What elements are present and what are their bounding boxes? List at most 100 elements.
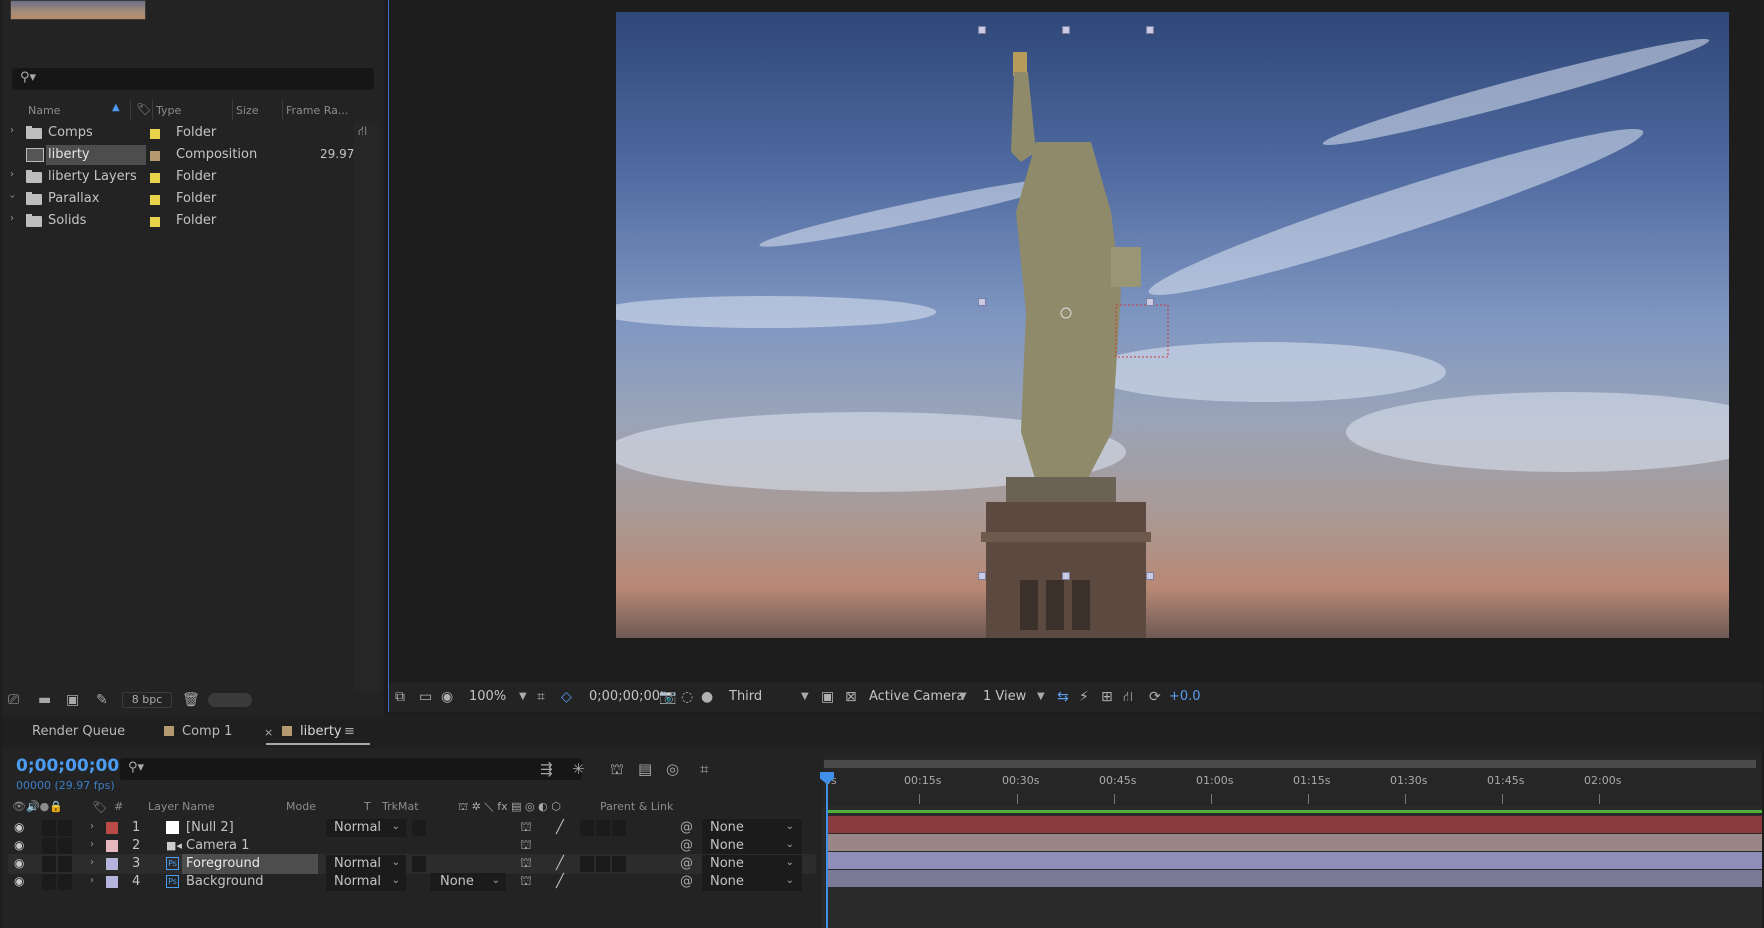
audio-toggle[interactable] [42,874,56,890]
expand-arrow-icon[interactable]: › [90,857,94,868]
transform-handle[interactable] [1146,572,1154,580]
shy-icon[interactable]: ⛫ [520,874,532,891]
pick-whip-icon[interactable]: @ [680,874,693,889]
resolution-dropdown[interactable]: Third [729,689,762,704]
label-swatch[interactable] [106,840,118,852]
label-swatch[interactable] [150,195,160,205]
layer-search-input[interactable]: ⚲▾ [120,758,582,780]
label-swatch[interactable] [106,822,118,834]
quality-icon[interactable]: ╱ [556,820,564,835]
eye-icon[interactable]: ◉ [14,874,24,888]
transparency-grid-icon[interactable]: ⊠ [845,689,857,705]
column-size[interactable]: Size [236,104,259,117]
layer-name[interactable]: [Null 2] [186,820,234,835]
interpret-footage-icon[interactable]: ⎚ [8,692,19,708]
layer-name[interactable]: Camera 1 [186,838,249,853]
transform-handle[interactable] [978,26,986,34]
switch-box[interactable] [580,856,594,872]
project-item-comps[interactable]: › Comps Folder [8,122,360,144]
switch-box[interactable] [596,856,610,872]
tab-render-queue[interactable]: Render Queue [32,724,125,739]
switch-box[interactable] [596,820,610,836]
close-tab-icon[interactable]: × [264,726,273,739]
composition-frame[interactable] [616,12,1729,638]
chevron-down-icon[interactable]: ▼ [801,691,809,702]
layer-bar-3[interactable] [828,852,1762,869]
expand-arrow-icon[interactable]: › [90,839,94,850]
label-swatch[interactable] [106,876,118,888]
transform-handle[interactable] [978,572,986,580]
pick-whip-icon[interactable]: @ [680,820,693,835]
expand-arrow-icon[interactable]: › [90,821,94,832]
shy-layers-icon[interactable]: ⛫ [610,760,624,780]
quality-icon[interactable]: ╱ [556,874,564,889]
layer-bar-1[interactable] [828,816,1762,833]
zoom-dropdown[interactable]: 100% [469,689,506,704]
project-item-liberty[interactable]: liberty Composition 29.97 [8,144,360,166]
expand-arrow-icon[interactable]: › [90,875,94,886]
column-mode[interactable]: Mode [286,800,316,813]
expand-arrow-icon[interactable]: › [10,213,14,224]
exposure-value[interactable]: +0.0 [1169,689,1201,704]
sort-ascending-icon[interactable]: ▲ [112,102,120,113]
project-item-parallax[interactable]: › Parallax Folder [7,188,360,210]
lock-toggle[interactable] [58,856,72,872]
shy-icon[interactable]: ⛫ [520,838,532,855]
region-of-interest-icon[interactable]: ▣ [821,689,834,705]
eye-icon[interactable]: ◉ [14,838,24,852]
parent-dropdown[interactable]: None ⌄ [702,873,802,891]
trkmat-dropdown[interactable]: None ⌄ [430,873,506,891]
pen-icon[interactable]: ✎ [96,692,108,708]
snapshot-camera-icon[interactable]: 📷 [659,689,676,705]
switch-box[interactable] [612,820,626,836]
lock-toggle[interactable] [58,820,72,836]
trash-icon[interactable]: 🗑 [182,692,200,708]
project-item-liberty-layers[interactable]: › liberty Layers Folder [8,166,360,188]
mode-dropdown[interactable]: Normal ⌄ [326,819,406,837]
expand-arrow-icon[interactable]: › [10,125,14,136]
transform-handle[interactable] [978,298,986,306]
column-frame-rate[interactable]: Frame Ra... [286,104,348,117]
tab-liberty[interactable]: liberty [266,724,370,745]
collapse-arrow-icon[interactable]: › [7,195,18,199]
shy-icon[interactable]: ⛫ [520,856,532,873]
mask-path-icon[interactable]: ◇ [561,689,572,705]
audio-toggle[interactable] [42,820,56,836]
chevron-down-icon[interactable]: ▼ [519,691,527,702]
color-depth-button[interactable]: 8 bpc [122,692,172,708]
layer-name[interactable]: Foreground [186,856,260,871]
project-search-input[interactable]: ⚲▾ [12,68,374,90]
column-t[interactable]: T [364,800,371,813]
layer-row-4[interactable]: ◉ › 4 Ps Background Normal ⌄ None ⌄ ⛫ ╱ @ … [8,872,816,892]
project-item-solids[interactable]: › Solids Folder [8,210,360,232]
graph-editor-icon[interactable]: ⌗ [700,760,708,778]
panel-menu-icon[interactable]: ≡ [344,724,355,739]
audio-toggle[interactable] [42,856,56,872]
work-area-bar[interactable] [824,760,1756,768]
color-channels-icon[interactable]: ● [701,689,713,705]
layer-bar-4[interactable] [828,870,1762,887]
column-parent-link[interactable]: Parent & Link [600,800,673,813]
always-preview-icon[interactable]: ⧉ [395,689,405,705]
parent-dropdown[interactable]: None ⌄ [702,837,802,855]
tab-comp-1[interactable]: Comp 1 [164,724,232,739]
grid-icon[interactable]: ⌗ [537,689,545,705]
new-folder-icon[interactable]: ▬ [38,692,51,708]
flowchart-icon[interactable]: ⛙ [1123,689,1133,707]
current-time-indicator[interactable] [826,772,828,928]
comp-mini-flowchart-icon[interactable]: ⇶ [540,760,553,778]
mode-dropdown[interactable]: Normal ⌄ [326,855,406,873]
transform-handle[interactable] [1062,572,1070,580]
viewer-timecode[interactable]: 0;00;00;00 [589,689,660,704]
new-composition-icon[interactable]: ▣ [66,692,79,708]
transform-handle[interactable] [1146,26,1154,34]
label-tag-icon[interactable]: 🏷 [92,800,107,814]
view-layout-dropdown[interactable]: 1 View [983,689,1026,704]
column-trkmat[interactable]: TrkMat [382,800,419,813]
preserve-transparency-toggle[interactable] [412,820,426,836]
lock-toggle[interactable] [58,838,72,854]
monitor-icon[interactable]: ▭ [419,689,432,705]
camera-view-dropdown[interactable]: Active Camera [869,689,964,704]
timeline-icon[interactable]: ⊞ [1101,689,1113,705]
layer-bar-2[interactable] [828,834,1762,851]
